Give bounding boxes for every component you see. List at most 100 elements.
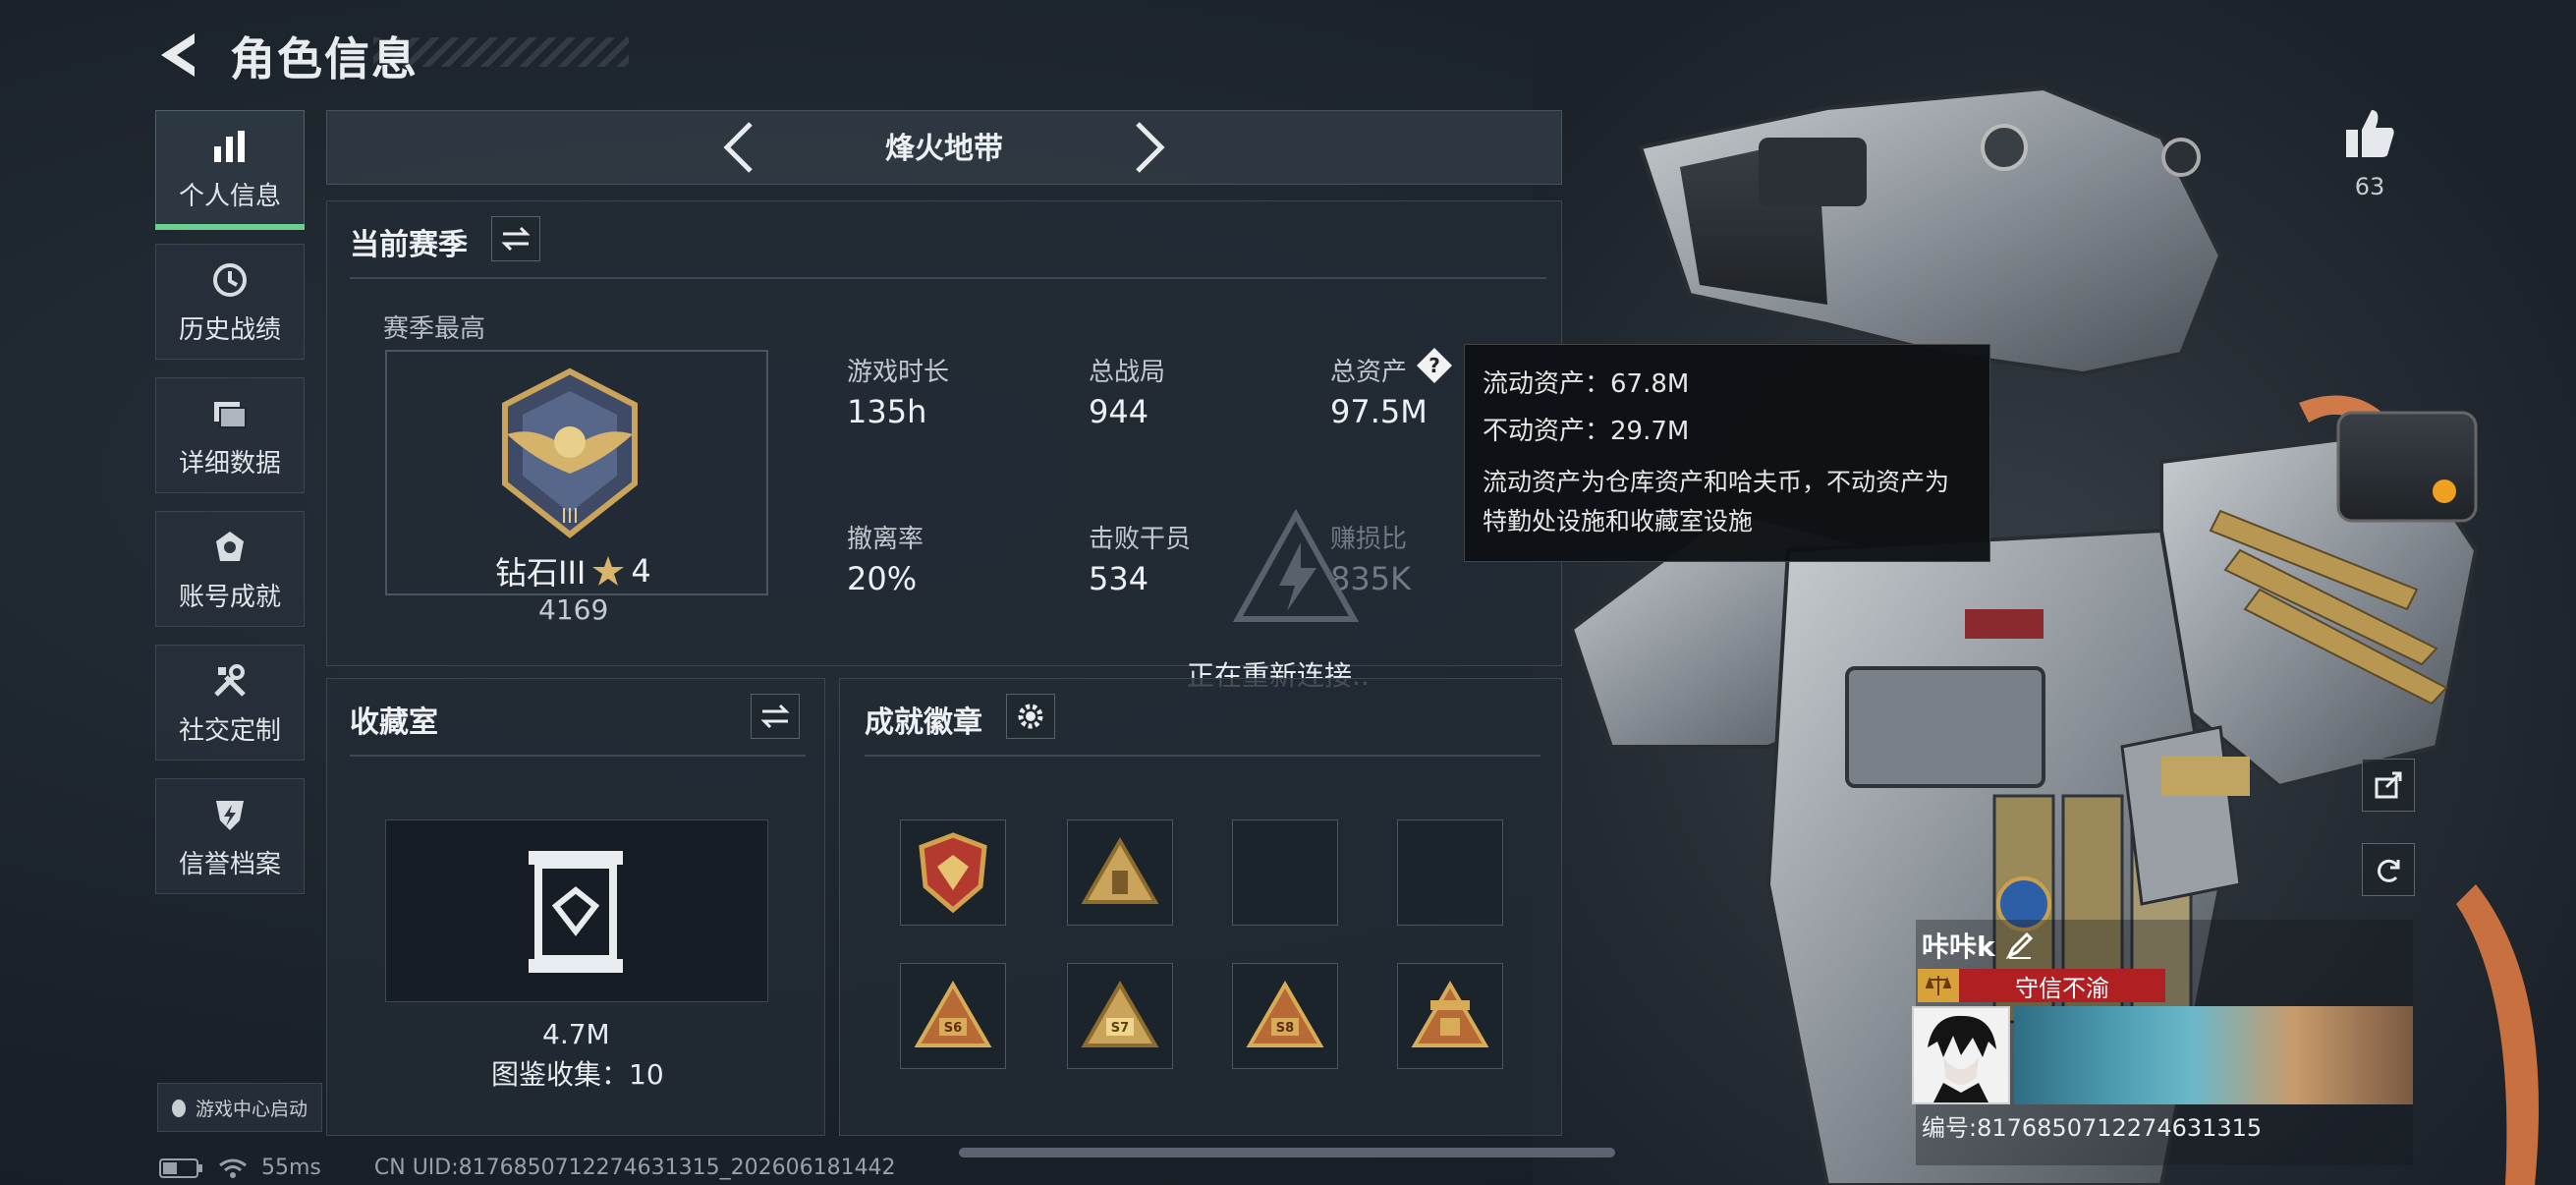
ping-value: 55ms: [261, 1156, 321, 1180]
help-icon: ?: [1417, 348, 1452, 383]
player-id: 编号:8176850712274631315: [1922, 1114, 2263, 1142]
season-divider: [350, 277, 1546, 279]
sidebar-item-reputation[interactable]: 信誉档案: [155, 778, 305, 894]
title-decoration: [373, 37, 629, 67]
active-indicator: [155, 224, 305, 230]
badges-title: 成就徽章: [865, 705, 982, 740]
svg-text:III: III: [561, 504, 579, 528]
season-switch-button[interactable]: [491, 216, 540, 261]
sidebar-item-history[interactable]: 历史战绩: [155, 244, 305, 360]
badge-label: S6: [944, 1021, 962, 1036]
bar-chart-icon: [208, 125, 252, 168]
stat-label-total-matches: 总战局: [1089, 358, 1166, 387]
badges-divider: [865, 755, 1540, 757]
map-name: 烽火地带: [885, 132, 1003, 166]
collection-value: 4.7M: [542, 1018, 610, 1050]
scroll-indicator[interactable]: [959, 1148, 1615, 1157]
triangle-badge-icon: S7: [1081, 981, 1159, 1047]
share-button[interactable]: [2362, 759, 2415, 812]
stat-value-playtime: 135h: [847, 393, 927, 430]
folder-icon: [208, 392, 252, 435]
loading-triangle-icon: [1232, 508, 1360, 631]
player-banner[interactable]: [2014, 1006, 2413, 1104]
player-name-row: 咔咔k: [1922, 926, 2035, 965]
collection-title: 收藏室: [350, 705, 438, 740]
tooltip-liquid-assets: 流动资产：67.8M: [1483, 369, 1690, 399]
sidebar-item-label: 账号成就: [178, 582, 281, 612]
badge-label: S7: [1111, 1021, 1129, 1036]
stat-label-kills: 击败干员: [1089, 525, 1192, 554]
rank-emblem-icon: III: [487, 366, 652, 544]
triangle-badge-icon: S6: [914, 981, 992, 1047]
rank-name: 钻石III: [495, 554, 587, 592]
sidebar-item-personal-info[interactable]: 个人信息: [155, 110, 305, 226]
achievement-badge-icon: [208, 526, 252, 569]
collection-count: 图鉴收集：10: [491, 1058, 664, 1091]
penguin-icon: [172, 1100, 186, 1117]
badge-slot-3[interactable]: [1232, 819, 1338, 926]
triangle-badge-icon: S8: [1246, 981, 1324, 1047]
rank-score: 4169: [538, 593, 609, 626]
refresh-icon: [2378, 859, 2400, 882]
badge-label: S8: [1276, 1021, 1294, 1036]
sidebar-item-social[interactable]: 社交定制: [155, 645, 305, 761]
lightning-shield-icon: [208, 793, 252, 836]
badge-slot-2[interactable]: [1067, 819, 1173, 926]
stat-value-kills: 534: [1089, 560, 1149, 597]
history-clock-icon: [208, 258, 252, 302]
stat-value-total-matches: 944: [1089, 393, 1149, 430]
avatar-portrait: [1914, 1008, 2008, 1102]
svg-text:?: ?: [1428, 354, 1440, 377]
badge-slot-6[interactable]: S7: [1067, 963, 1173, 1069]
title-tag-text: 守信不渝: [2015, 974, 2109, 1002]
season-title: 当前赛季: [350, 228, 468, 262]
rotate-button[interactable]: [2362, 843, 2415, 896]
tooltip-description: 流动资产为仓库资产和哈夫币，不动资产为特勤处设施和收藏室设施: [1483, 468, 1950, 536]
star-icon: [592, 556, 625, 586]
avatar[interactable]: [1912, 1006, 2010, 1104]
game-center-button[interactable]: 游戏中心启动: [157, 1083, 322, 1132]
title-tag[interactable]: 守信不渝: [1918, 969, 2165, 1002]
stat-label-playtime: 游戏时长: [847, 358, 950, 387]
badge-slot-7[interactable]: S8: [1232, 963, 1338, 1069]
badges-settings-button[interactable]: [1006, 694, 1055, 739]
tools-icon: [208, 659, 252, 703]
triangle-badge-icon: [1081, 837, 1159, 904]
share-icon: [2375, 771, 2402, 799]
assets-tooltip: 流动资产：67.8M 不动资产：29.7M 流动资产为仓库资产和哈夫币，不动资产…: [1464, 344, 1990, 562]
battery-icon: [159, 1157, 202, 1178]
sidebar-item-label: 社交定制: [178, 715, 281, 746]
badge-slot-1[interactable]: [900, 819, 1006, 926]
back-arrow-icon: [161, 33, 195, 77]
sidebar-item-detailed-data[interactable]: 详细数据: [155, 377, 305, 493]
game-center-label: 游戏中心启动: [196, 1098, 308, 1120]
collection-divider: [350, 755, 806, 757]
swap-icon: [760, 704, 790, 729]
scales-icon: [1918, 969, 1959, 1002]
back-button[interactable]: [155, 29, 202, 81]
next-map-button[interactable]: [1132, 120, 1167, 179]
like-count: 63: [2354, 173, 2385, 200]
tooltip-fixed-assets: 不动资产：29.7M: [1483, 417, 1690, 446]
like-button[interactable]: [2342, 106, 2397, 165]
assets-help-button[interactable]: ?: [1415, 346, 1454, 389]
season-best-label: 赛季最高: [383, 314, 486, 344]
wifi-icon: [219, 1158, 247, 1178]
edit-pencil-icon[interactable]: [2005, 931, 2035, 960]
rank-name-row: 钻石III 4: [495, 548, 651, 593]
sidebar-item-label: 个人信息: [178, 181, 281, 211]
client-uid: CN UID:8176850712274631315_202606181442: [373, 1156, 896, 1180]
triangle-badge-icon: [1411, 981, 1489, 1047]
sidebar-item-achievements[interactable]: 账号成就: [155, 511, 305, 627]
stat-label-extract-rate: 撤离率: [847, 525, 924, 554]
swap-icon: [501, 226, 531, 252]
badge-slot-8[interactable]: [1397, 963, 1503, 1069]
shield-badge-icon: [919, 832, 987, 914]
collection-switch-button[interactable]: [751, 694, 800, 739]
stat-label-total-assets: 总资产: [1330, 358, 1408, 387]
badge-slot-5[interactable]: S6: [900, 963, 1006, 1069]
thumbs-up-icon: [2346, 110, 2394, 157]
gear-icon: [1018, 704, 1043, 729]
rank-stars: 4: [631, 552, 651, 590]
badge-slot-4[interactable]: [1397, 819, 1503, 926]
